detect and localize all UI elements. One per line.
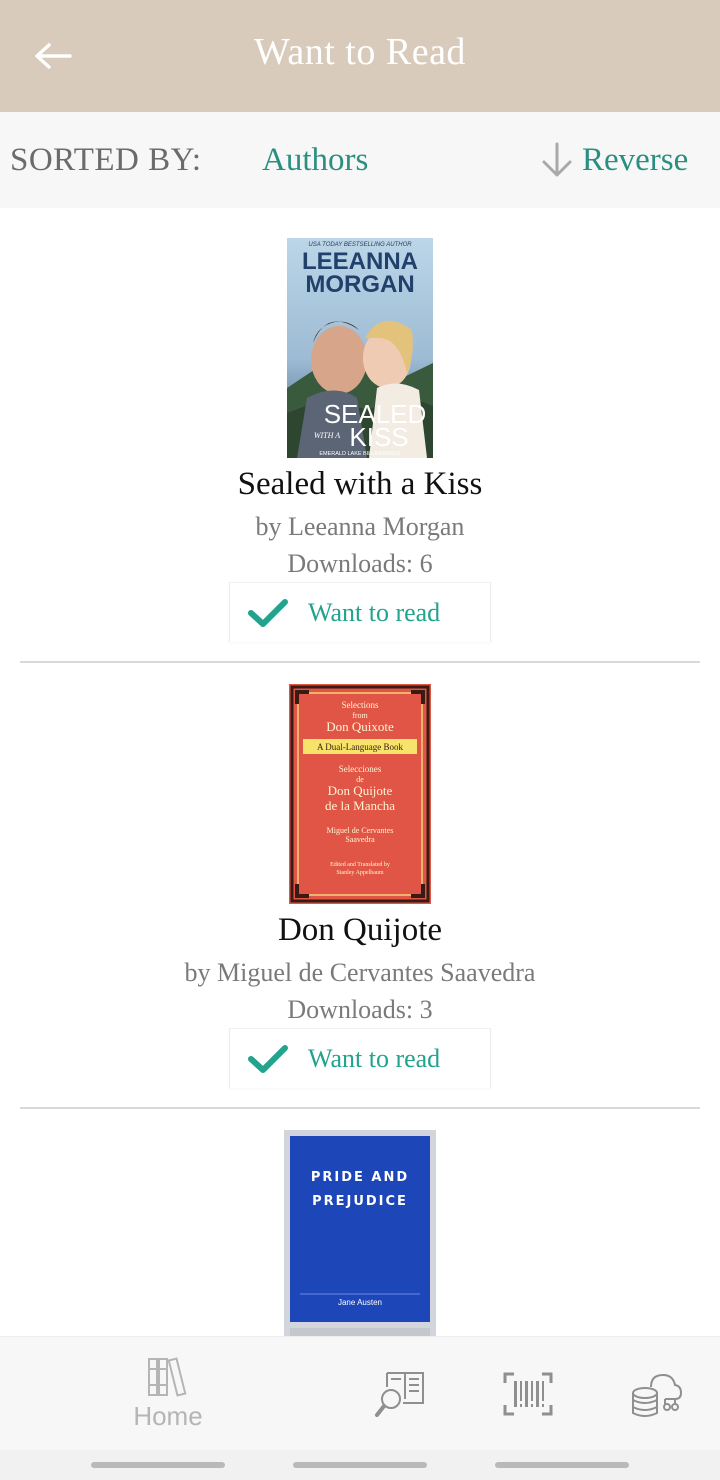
svg-text:PREJUDICE: PREJUDICE [312, 1194, 408, 1209]
nav-home[interactable]: Home [128, 1355, 208, 1432]
book-cover[interactable]: Selections from Don Quixote A Dual-Langu… [289, 684, 431, 904]
sort-bar: SORTED BY: Authors Reverse [0, 112, 720, 208]
app-header: Want to Read [0, 0, 720, 112]
book-downloads: Downloads: 6 [287, 549, 433, 578]
reverse-sort-button[interactable]: Reverse [540, 138, 688, 182]
svg-text:Miguel de Cervantes: Miguel de Cervantes [327, 826, 394, 835]
book-title[interactable]: Sealed with a Kiss [0, 466, 720, 503]
arrow-down-icon [542, 142, 572, 177]
svg-text:PRIDE AND: PRIDE AND [311, 1170, 409, 1185]
want-to-read-button[interactable]: Want to read [229, 582, 491, 642]
book-author: by Leeanna Morgan [255, 512, 465, 541]
book-list-item: Selections from Don Quixote A Dual-Langu… [0, 654, 720, 1110]
svg-text:WITH A: WITH A [314, 431, 340, 440]
bottom-navigation: Home [0, 1336, 720, 1450]
svg-text:Selecciones: Selecciones [339, 764, 382, 774]
book-author: by Miguel de Cervantes Saavedra [184, 958, 536, 987]
system-navigation-bar [0, 1450, 720, 1480]
svg-text:de la Mancha: de la Mancha [325, 798, 395, 813]
bookshelf-icon [148, 1357, 187, 1397]
page-title: Want to Read [254, 31, 466, 73]
svg-text:MORGAN: MORGAN [305, 271, 414, 298]
book-list-item: PRIDE AND PREJUDICE Jane Austen [0, 1100, 720, 1336]
want-to-read-label: Want to read [308, 597, 441, 627]
svg-text:Selections: Selections [342, 700, 379, 710]
book-list: USA TODAY BESTSELLING AUTHOR LEEANNA MOR… [0, 208, 720, 1336]
cover-image: USA TODAY BESTSELLING AUTHOR LEEANNA MOR… [287, 238, 433, 458]
gesture-handle[interactable] [91, 1462, 225, 1468]
book-cover[interactable]: USA TODAY BESTSELLING AUTHOR LEEANNA MOR… [287, 238, 433, 458]
book-cover[interactable]: PRIDE AND PREJUDICE Jane Austen [284, 1130, 436, 1336]
want-to-read-button[interactable]: Want to read [229, 1028, 491, 1088]
book-downloads: Downloads: 3 [287, 995, 433, 1024]
svg-text:Edited and Translated by: Edited and Translated by [330, 862, 390, 868]
barcode-scan-icon [503, 1372, 553, 1416]
book-search-icon [375, 1372, 424, 1417]
gesture-handle[interactable] [495, 1462, 629, 1468]
svg-text:Don Quijote: Don Quijote [328, 783, 393, 798]
nav-home-label: Home [133, 1401, 203, 1431]
svg-text:Don Quixote: Don Quixote [326, 719, 394, 734]
svg-text:A Dual-Language Book: A Dual-Language Book [317, 742, 403, 752]
book-list-item: USA TODAY BESTSELLING AUTHOR LEEANNA MOR… [0, 208, 720, 664]
book-title[interactable]: Don Quijote [0, 912, 720, 949]
svg-text:EMERALD LAKE BILLIONAIRES: EMERALD LAKE BILLIONAIRES [319, 451, 401, 457]
want-to-read-label: Want to read [308, 1043, 441, 1073]
nav-scan[interactable] [500, 1371, 556, 1417]
reverse-label: Reverse [582, 141, 689, 178]
gesture-handle[interactable] [293, 1462, 427, 1468]
cover-image: Selections from Don Quixote A Dual-Langu… [289, 684, 431, 904]
sort-by-selector[interactable]: Authors [262, 142, 368, 179]
checkmark-icon [246, 591, 290, 635]
svg-text:KISS: KISS [349, 422, 408, 452]
svg-text:Stanley Appelbaum: Stanley Appelbaum [336, 870, 383, 876]
nav-sync[interactable] [628, 1371, 684, 1419]
checkmark-icon [246, 1037, 290, 1081]
cover-image: PRIDE AND PREJUDICE Jane Austen [284, 1130, 436, 1336]
cloud-database-icon [632, 1373, 683, 1417]
svg-text:Saavedra: Saavedra [345, 835, 375, 844]
nav-search[interactable] [372, 1369, 428, 1421]
sort-label: SORTED BY: [10, 142, 202, 178]
svg-text:Jane Austen: Jane Austen [338, 1298, 382, 1307]
